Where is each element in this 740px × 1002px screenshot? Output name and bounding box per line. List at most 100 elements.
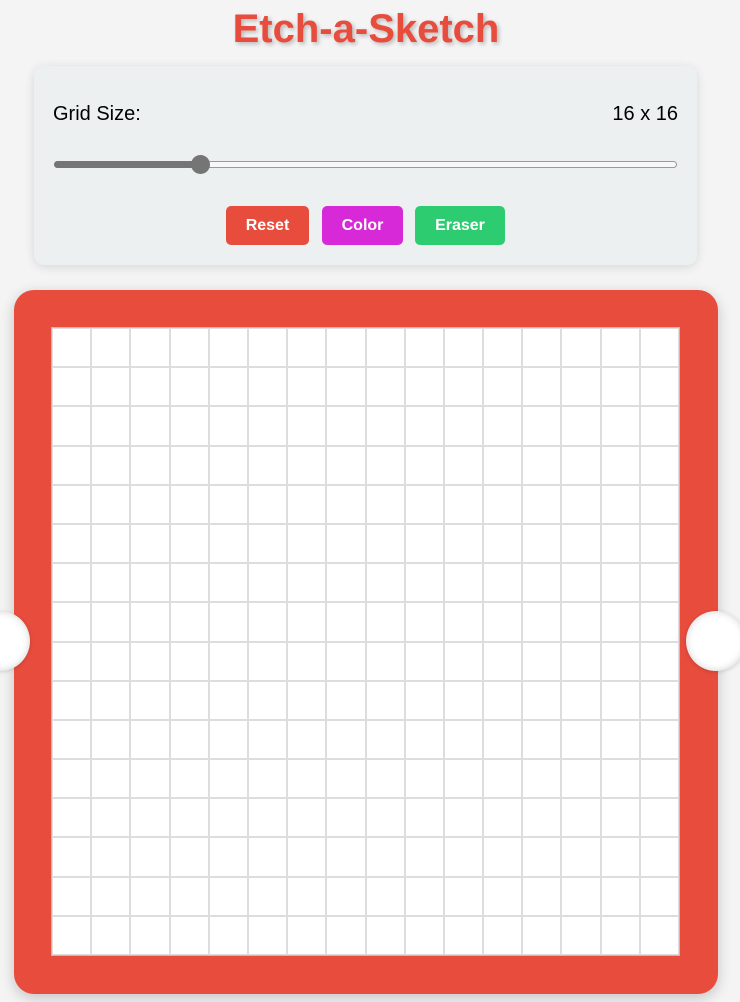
grid-cell[interactable] [326, 602, 366, 642]
grid-cell[interactable] [365, 328, 405, 368]
grid-cell[interactable] [600, 680, 640, 720]
grid-cell[interactable] [600, 915, 640, 955]
grid-cell[interactable] [287, 915, 327, 955]
grid-size-slider[interactable] [54, 155, 677, 174]
grid-cell[interactable] [443, 523, 484, 564]
grid-cell[interactable] [404, 837, 444, 877]
grid-cell[interactable] [326, 798, 366, 838]
grid-cell[interactable] [483, 367, 523, 407]
grid-cell[interactable] [91, 523, 131, 564]
grid-cell[interactable] [561, 876, 601, 916]
grid-cell[interactable] [287, 406, 327, 446]
grid-cell[interactable] [522, 445, 562, 485]
grid-cell[interactable] [561, 328, 601, 368]
grid-cell[interactable] [130, 367, 170, 407]
grid-cell[interactable] [326, 523, 366, 564]
grid-cell[interactable] [247, 915, 288, 955]
grid-cell[interactable] [130, 837, 170, 877]
grid-cell[interactable] [639, 445, 679, 485]
grid-cell[interactable] [91, 602, 131, 642]
grid-cell[interactable] [287, 680, 327, 720]
grid-cell[interactable] [561, 680, 601, 720]
color-button[interactable]: Color [322, 206, 403, 245]
grid-cell[interactable] [443, 759, 484, 799]
grid-cell[interactable] [52, 445, 92, 485]
grid-cell[interactable] [287, 445, 327, 485]
grid-cell[interactable] [91, 915, 131, 955]
grid-cell[interactable] [522, 328, 562, 368]
grid-cell[interactable] [208, 915, 248, 955]
grid-cell[interactable] [52, 759, 92, 799]
grid-cell[interactable] [130, 759, 170, 799]
grid-cell[interactable] [404, 680, 444, 720]
grid-cell[interactable] [483, 876, 523, 916]
grid-cell[interactable] [483, 523, 523, 564]
grid-cell[interactable] [287, 837, 327, 877]
grid-cell[interactable] [639, 563, 679, 603]
grid-cell[interactable] [561, 641, 601, 681]
grid-cell[interactable] [443, 602, 484, 642]
grid-cell[interactable] [600, 445, 640, 485]
grid-cell[interactable] [600, 759, 640, 799]
grid-cell[interactable] [287, 759, 327, 799]
grid-cell[interactable] [208, 759, 248, 799]
grid-cell[interactable] [247, 798, 288, 838]
grid-cell[interactable] [287, 367, 327, 407]
grid-cell[interactable] [130, 445, 170, 485]
grid-cell[interactable] [404, 602, 444, 642]
grid-cell[interactable] [247, 406, 288, 446]
grid-cell[interactable] [365, 406, 405, 446]
grid-cell[interactable] [404, 445, 444, 485]
grid-cell[interactable] [208, 484, 248, 524]
grid-cell[interactable] [208, 719, 248, 760]
grid-cell[interactable] [247, 328, 288, 368]
grid-cell[interactable] [247, 445, 288, 485]
grid-cell[interactable] [130, 876, 170, 916]
grid-cell[interactable] [52, 523, 92, 564]
grid-cell[interactable] [639, 523, 679, 564]
grid-cell[interactable] [287, 641, 327, 681]
grid-cell[interactable] [326, 445, 366, 485]
grid-cell[interactable] [52, 837, 92, 877]
grid-cell[interactable] [522, 680, 562, 720]
grid-cell[interactable] [208, 876, 248, 916]
grid-cell[interactable] [522, 759, 562, 799]
grid-cell[interactable] [443, 445, 484, 485]
grid-cell[interactable] [169, 915, 209, 955]
grid-cell[interactable] [169, 641, 209, 681]
reset-button[interactable]: Reset [226, 206, 309, 245]
grid-cell[interactable] [169, 680, 209, 720]
grid-cell[interactable] [483, 602, 523, 642]
grid-cell[interactable] [639, 759, 679, 799]
grid-cell[interactable] [600, 876, 640, 916]
grid-cell[interactable] [169, 484, 209, 524]
grid-cell[interactable] [404, 484, 444, 524]
grid-cell[interactable] [443, 680, 484, 720]
grid-cell[interactable] [91, 563, 131, 603]
grid-cell[interactable] [404, 719, 444, 760]
grid-cell[interactable] [522, 837, 562, 877]
grid-cell[interactable] [208, 445, 248, 485]
grid-cell[interactable] [483, 719, 523, 760]
grid-cell[interactable] [404, 523, 444, 564]
grid-cell[interactable] [326, 328, 366, 368]
grid-cell[interactable] [600, 328, 640, 368]
grid-cell[interactable] [443, 328, 484, 368]
grid-cell[interactable] [130, 915, 170, 955]
grid-cell[interactable] [169, 328, 209, 368]
grid-cell[interactable] [169, 876, 209, 916]
grid-cell[interactable] [326, 641, 366, 681]
grid-cell[interactable] [326, 759, 366, 799]
grid-cell[interactable] [287, 719, 327, 760]
grid-cell[interactable] [91, 680, 131, 720]
grid-cell[interactable] [91, 445, 131, 485]
grid-cell[interactable] [326, 719, 366, 760]
grid-cell[interactable] [639, 719, 679, 760]
grid-cell[interactable] [483, 328, 523, 368]
grid-cell[interactable] [130, 602, 170, 642]
grid-cell[interactable] [326, 876, 366, 916]
grid-cell[interactable] [600, 367, 640, 407]
grid-cell[interactable] [130, 641, 170, 681]
grid-cell[interactable] [91, 641, 131, 681]
grid-cell[interactable] [91, 484, 131, 524]
